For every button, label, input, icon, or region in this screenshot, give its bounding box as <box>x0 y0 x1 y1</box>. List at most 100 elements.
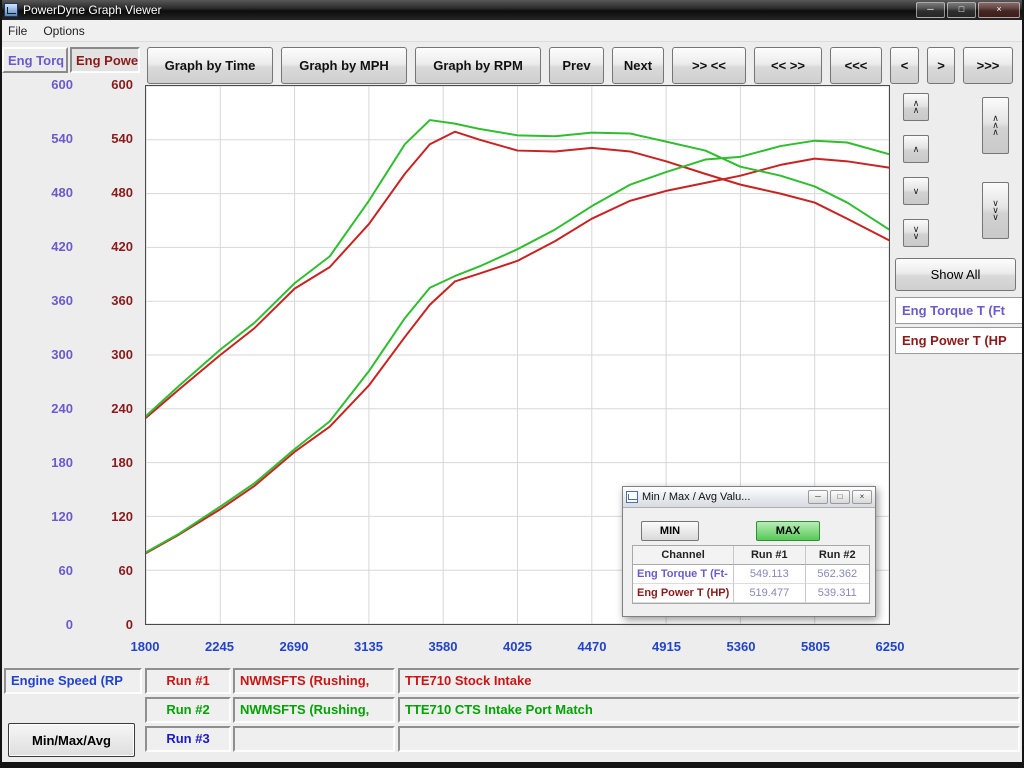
minmax-table: Channel Run #1 Run #2 Eng Torque T (Ft- … <box>632 545 870 604</box>
close-button[interactable]: × <box>978 2 1020 18</box>
window-frame <box>0 0 2 768</box>
y-tick-label: 120 <box>28 509 73 524</box>
pan-up-fast-button[interactable]: ∧ ∧ <box>903 93 929 121</box>
y-tick-label: 420 <box>88 239 133 254</box>
y-tick-label: 480 <box>88 185 133 200</box>
menu-bar: File Options <box>0 20 1024 42</box>
y-tick-label: 540 <box>28 131 73 146</box>
minmax-row-power: Eng Power T (HP) 519.477 539.311 <box>633 584 869 603</box>
x-tick-label: 4915 <box>652 639 681 654</box>
legend-torque[interactable]: Eng Torque T (Ft <box>895 297 1024 324</box>
scroll-left-button[interactable]: < <box>890 47 919 84</box>
x-tick-label: 5360 <box>727 639 756 654</box>
x-tick-label: 4025 <box>503 639 532 654</box>
x-tick-label: 4470 <box>578 639 607 654</box>
run1-operator: NWMSFTS (Rushing, <box>240 673 369 688</box>
scale-up-button[interactable]: ∧ ∧ ∧ <box>982 97 1009 154</box>
zoom-in-button[interactable]: >> << <box>672 47 746 84</box>
minmax-row-torque: Eng Torque T (Ft- 549.113 562.362 <box>633 565 869 584</box>
toolbar: Graph by Time Graph by MPH Graph by RPM … <box>147 47 1013 84</box>
zoom-out-button[interactable]: << >> <box>754 47 822 84</box>
min-max-avg-button[interactable]: Min/Max/Avg <box>8 723 135 757</box>
pan-down-button[interactable]: ∨ <box>903 177 929 205</box>
run3-operator-box <box>233 726 395 752</box>
minmax-channel-label: Eng Power T (HP) <box>633 584 734 603</box>
run1-comment-box: TTE710 Stock Intake <box>398 668 1020 694</box>
y-tick-label: 180 <box>28 455 73 470</box>
show-all-button[interactable]: Show All <box>895 258 1016 291</box>
scroll-far-right-button[interactable]: >>> <box>963 47 1013 84</box>
y-tick-label: 480 <box>28 185 73 200</box>
minmax-value: 562.362 <box>806 565 869 584</box>
app-icon <box>4 3 18 17</box>
y-tick-label: 240 <box>28 401 73 416</box>
scale-down-button[interactable]: ∨ ∨ ∨ <box>982 182 1009 239</box>
legend-power[interactable]: Eng Power T (HP <box>895 327 1024 354</box>
graph-by-mph-button[interactable]: Graph by MPH <box>281 47 407 84</box>
x-tick-label: 2245 <box>205 639 234 654</box>
minmax-col-channel[interactable]: Channel <box>633 546 734 565</box>
chevron-down-icon: ∨ <box>913 233 920 240</box>
y-tick-label: 600 <box>88 77 133 92</box>
y-tick-label: 600 <box>28 77 73 92</box>
chevron-up-icon: ∧ <box>913 146 920 153</box>
pan-down-fast-button[interactable]: ∨ ∨ <box>903 219 929 247</box>
run3-label-box[interactable]: Run #3 <box>145 726 231 752</box>
prev-button[interactable]: Prev <box>549 47 604 84</box>
next-button[interactable]: Next <box>612 47 664 84</box>
minmax-close-button[interactable]: × <box>852 490 872 504</box>
chevron-up-icon: ∧ <box>992 129 999 136</box>
y-axis-power: 060120180240300360420480540600 <box>88 0 133 768</box>
run1-label-box[interactable]: Run #1 <box>145 668 231 694</box>
graph-by-rpm-button[interactable]: Graph by RPM <box>415 47 541 84</box>
minimize-button[interactable]: ─ <box>916 2 945 18</box>
y-tick-label: 0 <box>28 617 73 632</box>
minmax-col-run2[interactable]: Run #2 <box>806 546 869 565</box>
y-tick-label: 240 <box>88 401 133 416</box>
y-tick-label: 180 <box>88 455 133 470</box>
minmax-minimize-button[interactable]: ─ <box>808 490 828 504</box>
run2-operator: NWMSFTS (Rushing, <box>240 702 369 717</box>
run1-label: Run #1 <box>166 673 209 688</box>
y-tick-label: 420 <box>28 239 73 254</box>
scroll-right-button[interactable]: > <box>927 47 955 84</box>
scroll-far-left-button[interactable]: <<< <box>830 47 882 84</box>
minmax-restore-button[interactable]: □ <box>830 490 850 504</box>
x-tick-label: 3580 <box>429 639 458 654</box>
chevron-down-icon: ∨ <box>992 214 999 221</box>
x-channel-box[interactable]: Engine Speed (RP <box>4 668 142 694</box>
run2-operator-box: NWMSFTS (Rushing, <box>233 697 395 723</box>
run2-comment-box: TTE710 CTS Intake Port Match <box>398 697 1020 723</box>
run1-comment: TTE710 Stock Intake <box>405 673 531 688</box>
minmax-header-row: Channel Run #1 Run #2 <box>633 546 869 565</box>
y-tick-label: 60 <box>28 563 73 578</box>
minmax-col-run1[interactable]: Run #1 <box>734 546 805 565</box>
minmax-value: 519.477 <box>734 584 805 603</box>
y-tick-label: 300 <box>28 347 73 362</box>
min-button[interactable]: MIN <box>641 521 699 541</box>
app-window: PowerDyne Graph Viewer ─ □ × File Option… <box>0 0 1024 768</box>
title-bar: PowerDyne Graph Viewer ─ □ × <box>0 0 1024 20</box>
run3-comment-box <box>398 726 1020 752</box>
window-title: PowerDyne Graph Viewer <box>23 3 914 17</box>
run2-label: Run #2 <box>166 702 209 717</box>
y-tick-label: 0 <box>88 617 133 632</box>
x-tick-label: 2690 <box>280 639 309 654</box>
graph-by-time-button[interactable]: Graph by Time <box>147 47 273 84</box>
x-channel-label: Engine Speed (RP <box>11 673 123 688</box>
minmax-channel-label: Eng Torque T (Ft- <box>633 565 734 584</box>
minmax-title-bar[interactable]: Min / Max / Avg Valu... ─ □ × <box>623 487 875 508</box>
chevron-down-icon: ∨ <box>913 188 920 195</box>
minmax-window: Min / Max / Avg Valu... ─ □ × MIN MAX Ch… <box>622 486 876 617</box>
y-tick-label: 120 <box>88 509 133 524</box>
run2-label-box[interactable]: Run #2 <box>145 697 231 723</box>
minmax-value: 539.311 <box>806 584 869 603</box>
x-tick-label: 6250 <box>876 639 905 654</box>
y-tick-label: 360 <box>88 293 133 308</box>
y-tick-label: 60 <box>88 563 133 578</box>
max-button[interactable]: MAX <box>756 521 820 541</box>
maximize-button[interactable]: □ <box>947 2 976 18</box>
window-frame <box>0 762 1024 768</box>
run2-comment: TTE710 CTS Intake Port Match <box>405 702 593 717</box>
pan-up-button[interactable]: ∧ <box>903 135 929 163</box>
